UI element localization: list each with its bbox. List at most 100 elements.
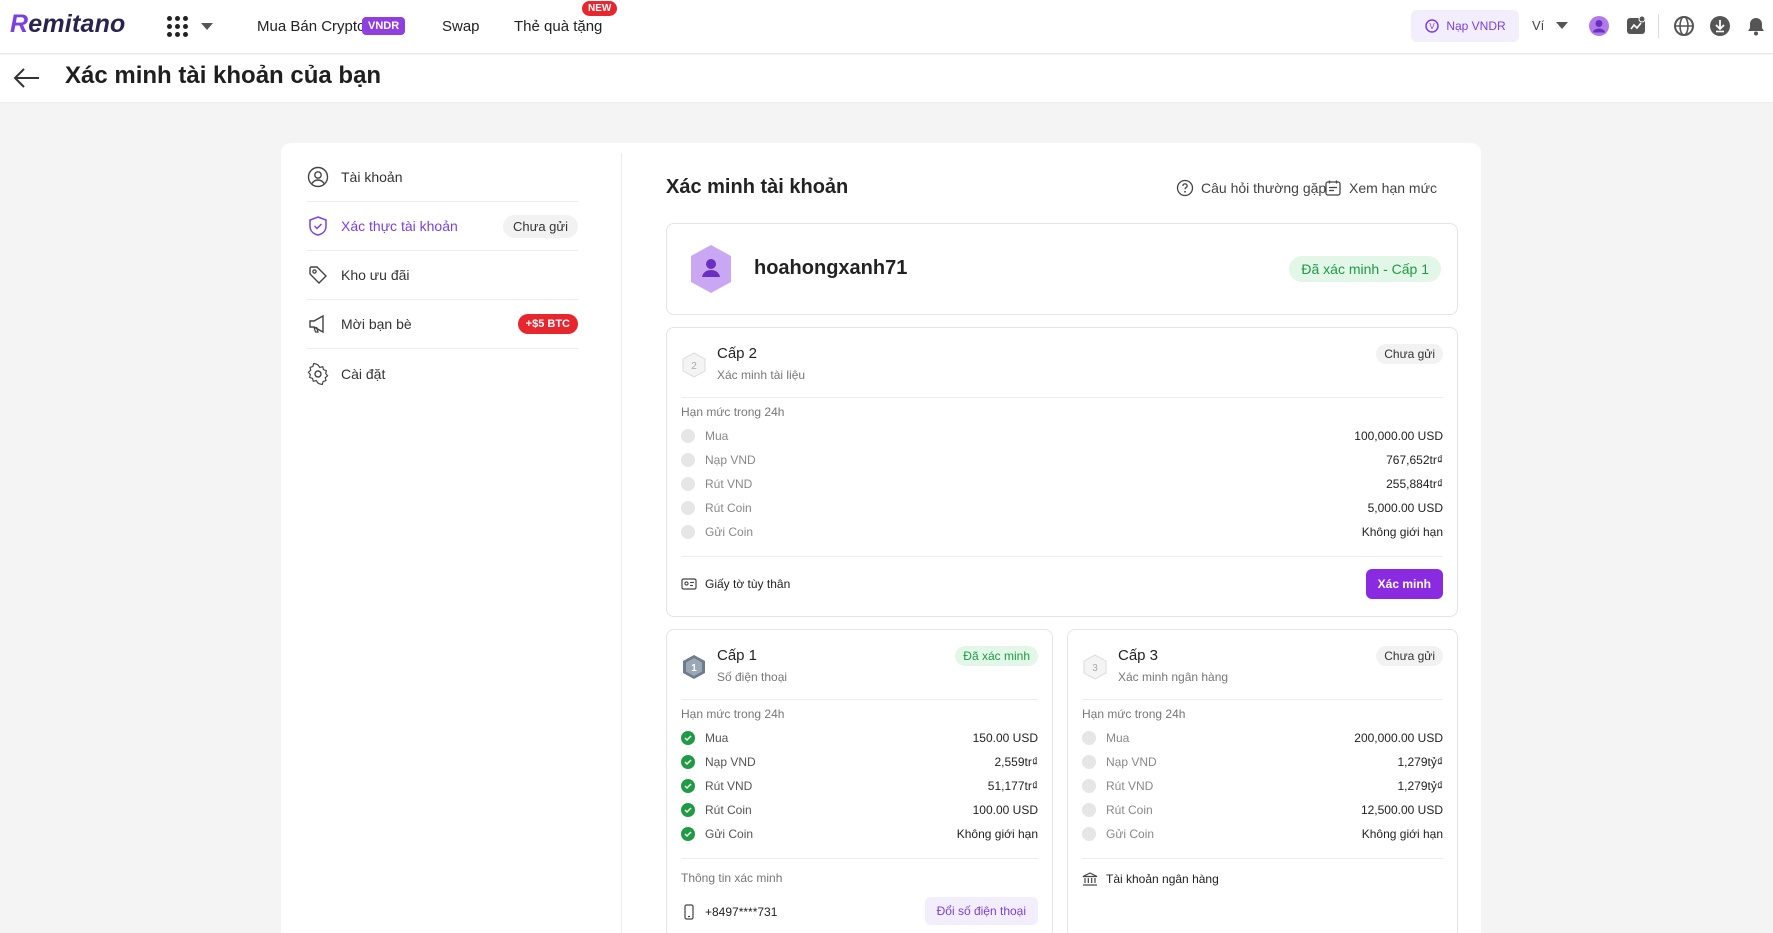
check-circle-icon	[681, 453, 695, 467]
limit-value: 1,279tỷ₫	[1397, 755, 1443, 769]
check-circle-icon	[681, 731, 695, 745]
nav-swap[interactable]: Swap	[442, 18, 480, 35]
limit-value: 1,279tỷ₫	[1397, 779, 1443, 793]
globe-icon[interactable]	[1673, 15, 1695, 37]
limit-value: 200,000.00 USD	[1354, 731, 1443, 745]
calendar-icon	[1325, 180, 1341, 196]
limit-row: Rút Coin 12,500.00 USD	[1082, 798, 1443, 822]
tier-status-badge: Chưa gửi	[1376, 646, 1443, 666]
sidebar-item-account[interactable]: Tài khoản	[307, 153, 578, 202]
back-arrow-icon[interactable]	[12, 65, 42, 91]
nav-gift-card[interactable]: Thẻ quà tặng	[514, 18, 602, 35]
limit-label: Rút VND	[705, 477, 753, 491]
page-title: Xác minh tài khoản của bạn	[65, 62, 382, 89]
limit-row: Gửi Coin Không giới hạn	[681, 822, 1038, 846]
limit-label: Nạp VND	[1106, 755, 1157, 769]
svg-text:2: 2	[691, 361, 697, 372]
sidebar: Tài khoản Xác thực tài khoản Chưa gửi Kh…	[307, 153, 578, 398]
limit-value: 100,000.00 USD	[1354, 429, 1443, 443]
status-badge: Chưa gửi	[503, 214, 578, 238]
limit-value: 51,177tr₫	[987, 779, 1038, 793]
page-header: Xác minh tài khoản của bạn	[0, 55, 1773, 103]
wallet-menu[interactable]: Ví	[1532, 18, 1544, 33]
wallet-chevron-icon[interactable]	[1556, 22, 1568, 29]
limit-row: Rút Coin 5,000.00 USD	[681, 496, 1443, 520]
avatar-icon[interactable]	[1588, 15, 1610, 37]
sidebar-item-label: Xác thực tài khoản	[341, 218, 458, 234]
chevron-down-icon[interactable]	[201, 23, 213, 30]
view-limits-link[interactable]: Xem hạn mức	[1324, 179, 1437, 197]
download-icon[interactable]	[1709, 15, 1731, 37]
deposit-vndr-button[interactable]: V Nạp VNDR	[1411, 10, 1519, 42]
section-title: Xác minh tài khoản	[666, 176, 849, 198]
deposit-icon: V	[1425, 19, 1440, 33]
limit-row: Mua 100,000.00 USD	[681, 424, 1443, 448]
level-3-icon: 3	[1083, 654, 1107, 680]
tier-title: Cấp 3	[1118, 647, 1159, 664]
limit-label: Gửi Coin	[1106, 827, 1155, 841]
faq-link[interactable]: Câu hỏi thường gặp	[1176, 179, 1326, 197]
remitano-logo[interactable]: Remitano	[10, 10, 126, 39]
limit-label: Gửi Coin	[705, 525, 754, 539]
limit-label: Mua	[705, 731, 729, 745]
sidebar-item-verification[interactable]: Xác thực tài khoản Chưa gửi	[307, 202, 578, 251]
nav-buy-sell-crypto[interactable]: Mua Bán Crypto	[257, 18, 365, 35]
limit-row: Gửi Coin Không giới hạn	[681, 520, 1443, 544]
verification-info-title: Thông tin xác minh	[681, 871, 783, 885]
limits-list: Hạn mức trong 24h Mua 200,000.00 USD Nạp …	[1082, 702, 1443, 846]
gear-icon	[307, 362, 329, 385]
limit-value: Không giới hạn	[1361, 827, 1443, 841]
tier-footer: Giấy tờ tùy thân Xác minh	[681, 556, 1443, 618]
sidebar-item-label: Tài khoản	[341, 169, 403, 185]
view-limits-label: Xem hạn mức	[1349, 180, 1437, 196]
top-navbar: Remitano Mua Bán Crypto VNDR Swap Thẻ qu…	[0, 0, 1773, 54]
check-circle-icon	[681, 501, 695, 515]
tier-footer: Thông tin xác minh +8497****731 Đổi số đ…	[681, 858, 1038, 933]
check-circle-icon	[681, 827, 695, 841]
svg-text:V: V	[1430, 22, 1436, 31]
phone-icon	[684, 904, 694, 920]
tier-footer: Tài khoản ngân hàng	[1082, 858, 1443, 933]
limits-list: Hạn mức trong 24h Mua 100,000.00 USD Nạp …	[681, 400, 1443, 544]
limit-row: Rút VND 255,884tr₫	[681, 472, 1443, 496]
apps-grid-icon[interactable]	[167, 16, 189, 38]
sidebar-item-promotions[interactable]: Kho ưu đãi	[307, 251, 578, 300]
id-card-icon	[681, 578, 697, 590]
new-badge: NEW	[582, 1, 618, 16]
sidebar-item-invite-friends[interactable]: Mời bạn bè +$5 BTC	[307, 300, 578, 349]
limit-row: Nạp VND 2,559tr₫	[681, 750, 1038, 774]
main-card: Tài khoản Xác thực tài khoản Chưa gửi Kh…	[281, 143, 1481, 933]
tier-card-level-1: 1 Cấp 1 Số điện thoại Đã xác minh Hạn mứ…	[666, 629, 1053, 933]
limits-title: Hạn mức trong 24h	[681, 707, 785, 721]
check-circle-icon	[681, 779, 695, 793]
limits-title: Hạn mức trong 24h	[1082, 707, 1186, 721]
change-phone-button[interactable]: Đổi số điện thoại	[924, 897, 1038, 925]
limit-value: 767,652tr₫	[1386, 453, 1443, 467]
tier-status-badge: Đã xác minh	[955, 646, 1038, 666]
check-circle-icon	[681, 755, 695, 769]
limit-label: Rút Coin	[705, 501, 752, 515]
limit-row: Nạp VND 1,279tỷ₫	[1082, 750, 1443, 774]
topbar-divider	[1658, 14, 1659, 38]
dashboard-icon[interactable]	[1625, 15, 1647, 37]
limit-row: Gửi Coin Không giới hạn	[1082, 822, 1443, 846]
check-circle-icon	[1082, 803, 1096, 817]
username: hoahongxanh71	[754, 257, 908, 279]
limit-row: Nạp VND 767,652tr₫	[681, 448, 1443, 472]
limit-label: Rút VND	[1106, 779, 1154, 793]
deposit-vndr-label: Nạp VNDR	[1446, 19, 1506, 33]
check-circle-icon	[1082, 827, 1096, 841]
limit-row: Rút VND 51,177tr₫	[681, 774, 1038, 798]
tier-card-level-2: 2 Cấp 2 Xác minh tài liệu Chưa gửi Hạn m…	[666, 327, 1458, 617]
user-shield-icon	[691, 245, 731, 293]
bell-icon[interactable]	[1745, 15, 1767, 37]
tier-title: Cấp 2	[717, 345, 758, 362]
sidebar-item-settings[interactable]: Cài đặt	[307, 349, 578, 398]
check-circle-icon	[1082, 755, 1096, 769]
limit-row: Mua 150.00 USD	[681, 726, 1038, 750]
verify-button[interactable]: Xác minh	[1365, 569, 1443, 599]
tier-status-badge: Chưa gửi	[1376, 344, 1443, 364]
limit-value: 100.00 USD	[972, 803, 1038, 817]
tag-icon	[309, 266, 327, 284]
limit-row: Rút Coin 100.00 USD	[681, 798, 1038, 822]
